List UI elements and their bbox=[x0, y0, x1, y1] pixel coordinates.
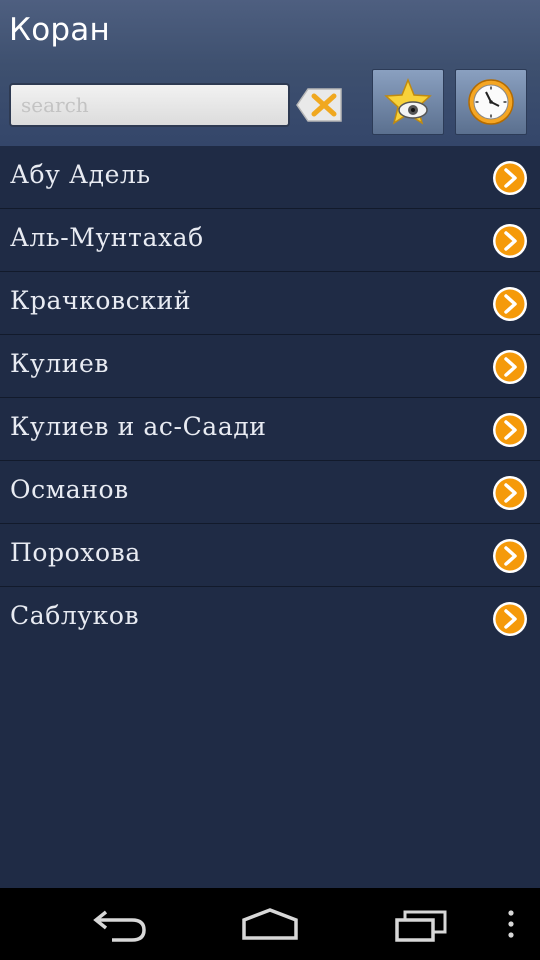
list-item-label: Аль-Мунтахаб bbox=[10, 223, 204, 252]
translation-list: Абу Адель Аль-Мунтахаб Крачковский Кулие… bbox=[0, 146, 540, 649]
chevron-right-icon bbox=[493, 350, 527, 384]
list-item-label: Абу Адель bbox=[10, 160, 151, 189]
list-item-label: Порохова bbox=[10, 538, 141, 567]
list-item[interactable]: Крачковский bbox=[0, 272, 540, 335]
search-input[interactable] bbox=[9, 83, 290, 127]
list-item[interactable]: Аль-Мунтахаб bbox=[0, 209, 540, 272]
list-item-label: Кулиев и ас-Саади bbox=[10, 412, 267, 441]
recent-apps-icon[interactable] bbox=[393, 906, 449, 942]
chevron-right-icon bbox=[493, 161, 527, 195]
list-item[interactable]: Кулиев bbox=[0, 335, 540, 398]
clear-search-button[interactable] bbox=[296, 86, 344, 124]
clear-x-icon bbox=[296, 88, 342, 122]
list-item-label: Османов bbox=[10, 475, 129, 504]
favorites-button[interactable] bbox=[372, 69, 444, 135]
chevron-right-icon bbox=[493, 287, 527, 321]
chevron-right-icon bbox=[493, 539, 527, 573]
chevron-right-icon bbox=[493, 413, 527, 447]
list-item[interactable]: Кулиев и ас-Саади bbox=[0, 398, 540, 461]
system-navigation-bar bbox=[0, 888, 540, 960]
star-eye-icon bbox=[384, 77, 432, 125]
list-item-label: Крачковский bbox=[10, 286, 192, 315]
list-item[interactable]: Саблуков bbox=[0, 587, 540, 649]
chevron-right-icon bbox=[493, 224, 527, 258]
list-item[interactable]: Порохова bbox=[0, 524, 540, 587]
overflow-menu-icon[interactable] bbox=[504, 906, 518, 942]
chevron-right-icon bbox=[493, 602, 527, 636]
list-item[interactable]: Абу Адель bbox=[0, 146, 540, 209]
chevron-right-icon bbox=[493, 476, 527, 510]
clock-icon bbox=[468, 79, 514, 125]
back-arrow-icon[interactable] bbox=[92, 906, 148, 942]
home-icon[interactable] bbox=[240, 906, 300, 942]
history-button[interactable] bbox=[455, 69, 527, 135]
list-item-label: Саблуков bbox=[10, 601, 140, 630]
list-item[interactable]: Османов bbox=[0, 461, 540, 524]
app-title: Коран bbox=[9, 12, 110, 48]
app-header: Коран bbox=[0, 0, 540, 146]
list-item-label: Кулиев bbox=[10, 349, 110, 378]
